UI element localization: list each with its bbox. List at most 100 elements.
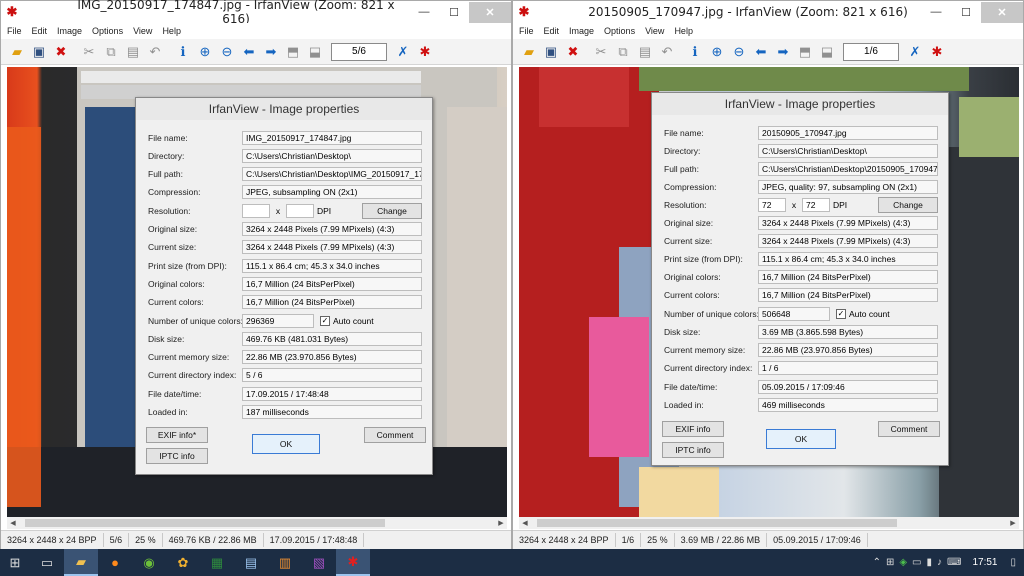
- print-size-field[interactable]: 115.1 x 86.4 cm; 45.3 x 34.0 inches: [758, 252, 938, 266]
- firefox-icon[interactable]: ●: [98, 549, 132, 576]
- current-size-field[interactable]: 3264 x 2448 Pixels (7.99 MPixels) (4:3): [242, 240, 422, 254]
- paste-icon[interactable]: ▤: [635, 42, 655, 62]
- menu-file[interactable]: File: [519, 26, 534, 36]
- scroll-right-icon[interactable]: ▶: [1007, 517, 1019, 529]
- disk-size-field[interactable]: 3.69 MB (3.865.598 Bytes): [758, 325, 938, 339]
- previous-icon[interactable]: ⬅: [239, 42, 259, 62]
- monitor-icon[interactable]: ▭: [912, 557, 921, 568]
- resolution-y-input[interactable]: 72: [802, 198, 830, 212]
- first-page-icon[interactable]: ⬒: [795, 42, 815, 62]
- menu-edit[interactable]: Edit: [544, 26, 560, 36]
- menu-help[interactable]: Help: [674, 26, 693, 36]
- file-explorer-icon[interactable]: ▰: [64, 549, 98, 576]
- menu-view[interactable]: View: [645, 26, 664, 36]
- memory-size-field[interactable]: 22.86 MB (23.970.856 Bytes): [242, 350, 422, 364]
- speaker-icon[interactable]: ♪: [937, 557, 942, 568]
- scroll-thumb[interactable]: [25, 519, 385, 527]
- first-page-icon[interactable]: ⬒: [283, 42, 303, 62]
- copy-icon[interactable]: ⧉: [613, 42, 633, 62]
- paste-icon[interactable]: ▤: [123, 42, 143, 62]
- horizontal-scrollbar[interactable]: ◀ ▶: [7, 517, 507, 529]
- shield-icon[interactable]: ◈: [899, 557, 907, 568]
- minimize-button[interactable]: —: [921, 2, 951, 23]
- directory-index-field[interactable]: 5 / 6: [242, 368, 422, 382]
- irfanview-settings-icon[interactable]: ✱: [415, 42, 435, 62]
- chevron-up-icon[interactable]: ⌃: [873, 557, 881, 568]
- iptc-info-button[interactable]: IPTC info: [146, 448, 208, 464]
- notification-icon[interactable]: ▯: [1010, 557, 1016, 568]
- current-size-field[interactable]: 3264 x 2448 Pixels (7.99 MPixels) (4:3): [758, 234, 938, 248]
- ok-button[interactable]: OK: [766, 429, 836, 449]
- undo-icon[interactable]: ↶: [657, 42, 677, 62]
- menu-help[interactable]: Help: [162, 26, 181, 36]
- title-bar[interactable]: ✱ IMG_20150917_174847.jpg - IrfanView (Z…: [1, 0, 511, 26]
- info-icon[interactable]: ℹ: [173, 42, 193, 62]
- excel-icon[interactable]: ▦: [200, 549, 234, 576]
- exif-info-button[interactable]: EXIF info*: [146, 427, 208, 443]
- previous-icon[interactable]: ⬅: [751, 42, 771, 62]
- directory-field[interactable]: C:\Users\Christian\Desktop\: [758, 144, 938, 158]
- resolution-y-input[interactable]: [286, 204, 314, 218]
- properties-tools-icon[interactable]: ✗: [905, 42, 925, 62]
- full-path-field[interactable]: C:\Users\Christian\Desktop\IMG_20150917_…: [242, 167, 422, 181]
- directory-field[interactable]: C:\Users\Christian\Desktop\: [242, 149, 422, 163]
- delete-icon[interactable]: ✖: [51, 42, 71, 62]
- loaded-in-field[interactable]: 187 milliseconds: [242, 405, 422, 419]
- settings-icon[interactable]: ✿: [166, 549, 200, 576]
- cut-icon[interactable]: ✂: [591, 42, 611, 62]
- file-date-field[interactable]: 05.09.2015 / 17:09:46: [758, 380, 938, 394]
- close-button[interactable]: ✕: [469, 1, 511, 23]
- page-indicator[interactable]: 5/6: [331, 42, 387, 61]
- scroll-thumb[interactable]: [537, 519, 897, 527]
- comment-button[interactable]: Comment: [878, 421, 940, 437]
- open-folder-icon[interactable]: ▰: [7, 42, 27, 62]
- change-button[interactable]: Change: [878, 197, 938, 213]
- open-folder-icon[interactable]: ▰: [519, 42, 539, 62]
- start-icon[interactable]: ⊞: [0, 549, 30, 576]
- original-size-field[interactable]: 3264 x 2448 Pixels (7.99 MPixels) (4:3): [758, 216, 938, 230]
- cut-icon[interactable]: ✂: [79, 42, 99, 62]
- properties-tools-icon[interactable]: ✗: [393, 42, 413, 62]
- menu-file[interactable]: File: [7, 26, 22, 36]
- current-colors-field[interactable]: 16,7 Million (24 BitsPerPixel): [758, 288, 938, 302]
- unique-colors-field[interactable]: 296369: [242, 314, 314, 328]
- close-button[interactable]: ✕: [981, 1, 1023, 23]
- unique-colors-field[interactable]: 506648: [758, 307, 830, 321]
- calculator-icon[interactable]: ▥: [268, 549, 302, 576]
- ok-button[interactable]: OK: [252, 434, 320, 454]
- zoom-out-icon[interactable]: ⊖: [729, 42, 749, 62]
- scroll-right-icon[interactable]: ▶: [495, 517, 507, 529]
- comment-button[interactable]: Comment: [364, 427, 426, 443]
- iptc-info-button[interactable]: IPTC info: [662, 442, 724, 458]
- original-size-field[interactable]: 3264 x 2448 Pixels (7.99 MPixels) (4:3): [242, 222, 422, 236]
- scroll-left-icon[interactable]: ◀: [7, 517, 19, 529]
- onenote-icon[interactable]: ▧: [302, 549, 336, 576]
- notepad-icon[interactable]: ▤: [234, 549, 268, 576]
- file-name-field[interactable]: IMG_20150917_174847.jpg: [242, 131, 422, 145]
- original-colors-field[interactable]: 16,7 Million (24 BitsPerPixel): [758, 270, 938, 284]
- app-icon[interactable]: ◉: [132, 549, 166, 576]
- irfanview-settings-icon[interactable]: ✱: [927, 42, 947, 62]
- menu-image[interactable]: Image: [57, 26, 82, 36]
- last-page-icon[interactable]: ⬓: [817, 42, 837, 62]
- compression-field[interactable]: JPEG, subsampling ON (2x1): [242, 185, 422, 199]
- zoom-in-icon[interactable]: ⊕: [195, 42, 215, 62]
- next-icon[interactable]: ➡: [773, 42, 793, 62]
- windows-flag-icon[interactable]: ⊞: [886, 557, 894, 568]
- maximize-button[interactable]: ☐: [439, 2, 469, 23]
- menu-edit[interactable]: Edit: [32, 26, 48, 36]
- copy-icon[interactable]: ⧉: [101, 42, 121, 62]
- compression-field[interactable]: JPEG, quality: 97, subsampling ON (2x1): [758, 180, 938, 194]
- task-view-icon[interactable]: ▭: [30, 549, 64, 576]
- original-colors-field[interactable]: 16,7 Million (24 BitsPerPixel): [242, 277, 422, 291]
- undo-icon[interactable]: ↶: [145, 42, 165, 62]
- resolution-x-input[interactable]: [242, 204, 270, 218]
- file-name-field[interactable]: 20150905_170947.jpg: [758, 126, 938, 140]
- file-date-field[interactable]: 17.09.2015 / 17:48:48: [242, 387, 422, 401]
- save-icon[interactable]: ▣: [29, 42, 49, 62]
- delete-icon[interactable]: ✖: [563, 42, 583, 62]
- zoom-in-icon[interactable]: ⊕: [707, 42, 727, 62]
- zoom-out-icon[interactable]: ⊖: [217, 42, 237, 62]
- change-button[interactable]: Change: [362, 203, 422, 219]
- maximize-button[interactable]: ☐: [951, 2, 981, 23]
